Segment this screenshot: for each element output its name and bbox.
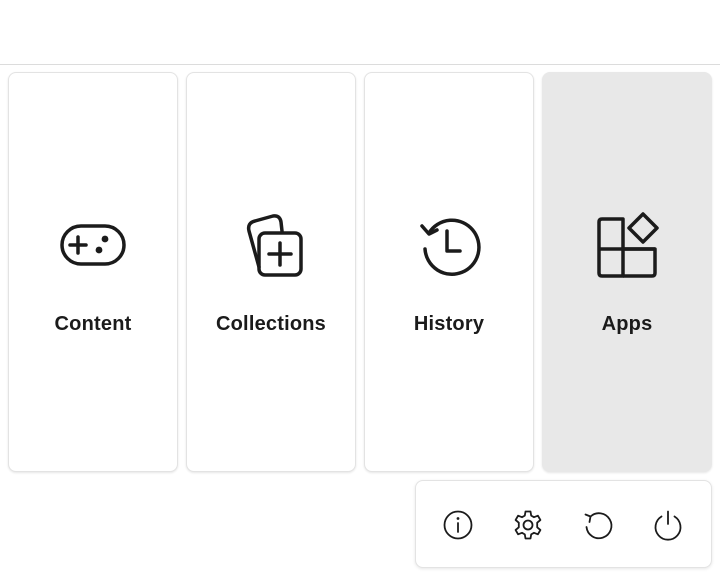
settings-button[interactable] bbox=[510, 507, 546, 543]
restart-button[interactable] bbox=[580, 507, 616, 543]
apps-grid-icon bbox=[597, 212, 659, 278]
history-clock-icon bbox=[420, 218, 481, 276]
apps-tile[interactable]: Apps bbox=[542, 72, 712, 472]
top-bar bbox=[0, 0, 720, 65]
power-icon bbox=[654, 510, 682, 541]
collections-add-icon bbox=[246, 214, 303, 277]
tile-label-apps: Apps bbox=[601, 313, 653, 335]
power-button[interactable] bbox=[650, 507, 686, 543]
restart-icon bbox=[584, 512, 613, 540]
power-options-bar bbox=[415, 480, 712, 568]
tile-label-history: History bbox=[413, 313, 485, 335]
tile-label-content: Content bbox=[54, 313, 132, 335]
info-button[interactable] bbox=[440, 507, 476, 543]
collections-tile[interactable]: Collections bbox=[186, 72, 356, 472]
gamepad-icon bbox=[60, 224, 126, 266]
info-icon bbox=[443, 510, 473, 540]
tile-label-collections: Collections bbox=[216, 313, 326, 335]
content-tile[interactable]: Content bbox=[8, 72, 178, 472]
gear-icon bbox=[514, 510, 542, 540]
history-tile[interactable]: History bbox=[364, 72, 534, 472]
